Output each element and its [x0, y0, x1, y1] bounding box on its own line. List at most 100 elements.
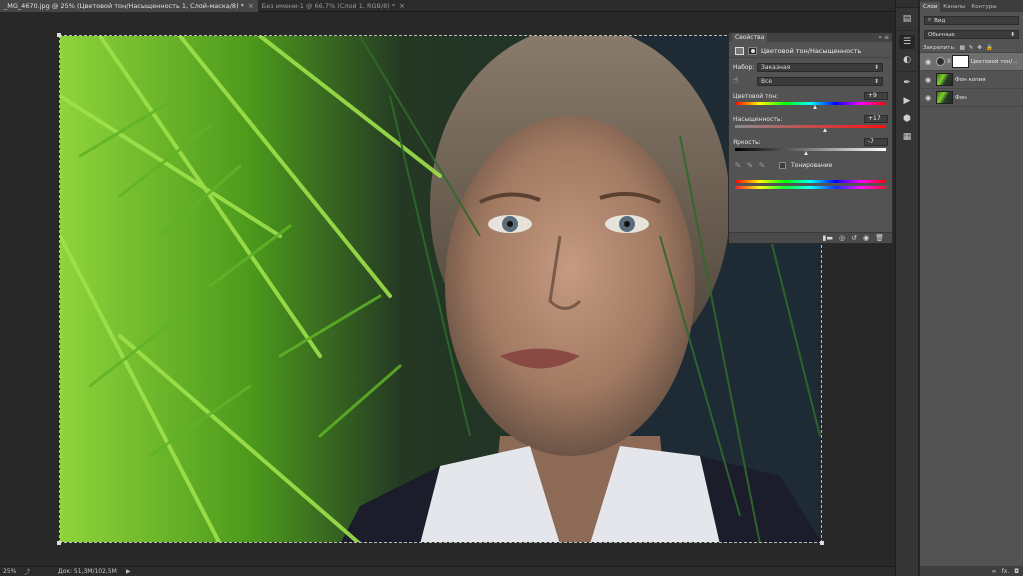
colorize-checkbox[interactable] [779, 162, 786, 169]
view-previous-icon[interactable]: ◎ [839, 234, 845, 242]
panel-collapse-icon[interactable]: » ≡ [878, 34, 889, 41]
adjustment-layer-icon [936, 57, 945, 66]
document-canvas-photo[interactable] [59, 35, 822, 543]
layer-mask-thumbnail[interactable] [951, 55, 969, 68]
lock-position-icon[interactable]: ✥ [977, 45, 982, 51]
layers-footer: ∞ fx. ◘ [920, 566, 1023, 576]
preset-row: Набор: Заказная ⬍ [729, 63, 892, 72]
chevron-down-icon: ⬍ [873, 64, 879, 71]
reset-icon[interactable]: ↺ [851, 234, 857, 242]
photoshop-window: _MG_4670.jpg @ 25% (Цветовой тон/Насыщен… [0, 0, 1023, 576]
input-color-bar [735, 180, 886, 183]
adjustment-title: Цветовой тон/Насыщенность [761, 46, 862, 55]
properties-panel-header: Свойства » ≡ [729, 33, 892, 42]
document-tab-active[interactable]: _MG_4670.jpg @ 25% (Цветовой тон/Насыщен… [0, 0, 258, 12]
close-icon[interactable]: × [399, 0, 405, 12]
tab-channels[interactable]: Каналы [940, 2, 968, 12]
add-mask-icon[interactable]: ◘ [1014, 568, 1019, 575]
layer-filter-dropdown[interactable]: ⌕ Вид [924, 16, 1019, 25]
visibility-eye-icon[interactable]: ◉ [863, 234, 869, 242]
zoom-level[interactable]: 25% [0, 568, 24, 575]
tab-paths[interactable]: Контуры [968, 2, 999, 12]
properties-panel: Свойства » ≡ Цветовой тон/Насыщенность Н… [728, 32, 893, 244]
trash-icon[interactable]: 🗑 [875, 234, 884, 242]
lock-all-icon[interactable]: 🔒 [986, 45, 993, 51]
lightness-input[interactable]: -7 [864, 138, 888, 146]
actions-icon[interactable]: ▶ [899, 94, 915, 108]
properties-icon[interactable]: ☰ [899, 35, 915, 49]
eyedropper-row: ✎ ✎ ✎ Тонирование [729, 161, 892, 170]
adjustment-icon[interactable] [735, 46, 744, 55]
transform-handle[interactable] [57, 541, 61, 545]
fx-icon[interactable]: fx. [1002, 568, 1010, 575]
properties-footer: ▮▬ ◎ ↺ ◉ 🗑 [729, 232, 892, 243]
eyedropper-minus-icon[interactable]: ✎ [757, 161, 767, 170]
chevron-down-icon: ⬍ [1010, 31, 1015, 38]
channel-dropdown[interactable]: Все ⬍ [757, 76, 883, 86]
tab-layers[interactable]: Слои [920, 2, 941, 12]
styles-icon[interactable]: ⬢ [899, 112, 915, 126]
properties-panel-title[interactable]: Свойства [732, 33, 768, 42]
adjustment-header: Цветовой тон/Насыщенность [729, 44, 892, 58]
portrait-photo [60, 36, 821, 542]
hue-input[interactable]: +9 [864, 92, 888, 100]
transform-handle[interactable] [57, 33, 61, 37]
swatches-icon[interactable]: ▦ [899, 130, 915, 144]
lock-pixels-icon[interactable]: ✎ [969, 45, 974, 51]
search-icon: ⌕ [928, 17, 932, 23]
layer-row-background-copy[interactable]: ◉ Фон копия [920, 71, 1023, 89]
layers-panel: Слои Каналы Контуры ⌕ Вид Обычные ⬍ Закр… [920, 0, 1023, 576]
layer-filter-value: Вид [934, 17, 946, 24]
strip-grip[interactable] [896, 0, 918, 8]
visibility-eye-icon[interactable]: ◉ [920, 58, 936, 66]
transform-handle[interactable] [820, 541, 824, 545]
adjustments-icon[interactable]: ◐ [899, 53, 915, 67]
document-tab-label: _MG_4670.jpg @ 25% (Цветовой тон/Насыщен… [4, 2, 244, 10]
history-icon[interactable]: ▤ [899, 12, 915, 26]
clip-to-layer-icon[interactable]: ▮▬ [823, 234, 833, 242]
hue-label: Цветовой тон: [733, 92, 779, 100]
lightness-slider-thumb[interactable] [804, 151, 809, 155]
layer-thumbnail [936, 73, 953, 86]
document-size: Док: 51,3M/102,5M [58, 568, 117, 575]
preset-dropdown[interactable]: Заказная ⬍ [757, 63, 883, 72]
saturation-label: Насыщенность: [733, 115, 783, 123]
hue-slider[interactable] [735, 102, 886, 109]
layer-name[interactable]: Цветовой тон/... [971, 59, 1018, 65]
hue-slider-thumb[interactable] [813, 105, 818, 109]
lock-label: Закрепить: [923, 44, 956, 51]
preset-label: Набор: [733, 64, 755, 71]
link-icon[interactable]: 8 [947, 58, 951, 65]
divider [898, 71, 916, 72]
hue-row: Цветовой тон: +9 [729, 92, 892, 100]
layer-row-background[interactable]: ◉ Фон [920, 89, 1023, 107]
layer-name[interactable]: Фон [955, 95, 967, 101]
visibility-eye-icon[interactable]: ◉ [920, 76, 936, 84]
status-menu-arrow-icon[interactable]: ▶ [126, 568, 131, 575]
chevron-down-icon: ⬍ [873, 77, 879, 85]
lock-transparent-icon[interactable]: ▩ [960, 45, 965, 51]
layer-mask-icon[interactable] [748, 46, 757, 55]
saturation-slider-thumb[interactable] [822, 128, 827, 132]
layer-row-adjustment[interactable]: ◉ 8 Цветовой тон/... [920, 53, 1023, 71]
link-layers-icon[interactable]: ∞ [992, 568, 997, 575]
blend-mode-dropdown[interactable]: Обычные ⬍ [924, 30, 1019, 39]
visibility-eye-icon[interactable]: ◉ [920, 94, 936, 102]
export-icon[interactable]: ⤴ [24, 567, 58, 576]
eyedropper-plus-icon[interactable]: ✎ [745, 161, 755, 170]
targeted-adjustment-hand-icon[interactable]: ☝ [733, 76, 757, 86]
brush-icon[interactable]: ✒ [899, 76, 915, 90]
lightness-label: Яркость: [733, 138, 761, 146]
saturation-input[interactable]: +17 [864, 115, 888, 123]
saturation-slider[interactable] [735, 125, 886, 132]
layer-thumbnail [936, 91, 953, 104]
layer-name[interactable]: Фон копия [955, 77, 986, 83]
lightness-slider[interactable] [735, 148, 886, 155]
blend-mode-value: Обычные [928, 31, 955, 38]
document-tab-inactive[interactable]: Без имени-1 @ 66,7% (Слой 1, RGB/8) * × [258, 0, 409, 12]
saturation-row: Насыщенность: +17 [729, 115, 892, 123]
lock-row: Закрепить: ▩ ✎ ✥ 🔒 [920, 43, 1023, 53]
close-icon[interactable]: × [248, 0, 254, 12]
channel-value: Все [761, 77, 773, 85]
eyedropper-icon[interactable]: ✎ [733, 161, 743, 170]
